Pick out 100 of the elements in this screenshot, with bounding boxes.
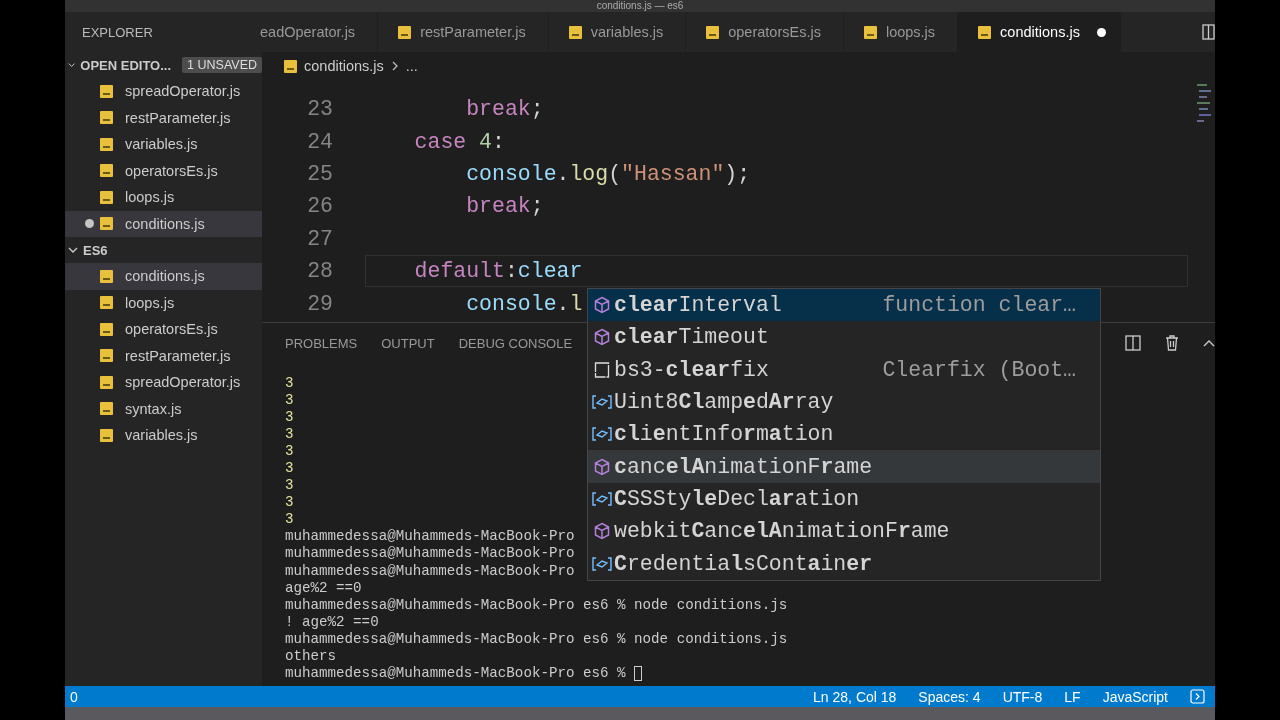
suggestion-label: clearInterval [614,293,782,318]
feedback-icon[interactable] [1190,689,1205,704]
sidebar-item[interactable]: spreadOperator.js [65,78,262,105]
sidebar-item[interactable]: loops.js [65,289,262,316]
suggestion-label: bs3-clearfix [614,357,769,382]
suggestion-item[interactable]: webkitCancelAnimationFrame [588,515,1100,548]
suggestion-label: CSSStyleDeclaration [614,486,860,511]
sidebar-item[interactable]: syntax.js [65,395,262,422]
suggestion-detail: Clearfix (Boot… [882,357,1076,382]
terminal-line: 3 [285,392,294,410]
sidebar-title: EXPLORER [82,24,153,40]
split-editor-icon[interactable] [1202,24,1215,40]
js-file-icon [978,25,992,39]
panel-tab[interactable]: OUTPUT [381,331,435,355]
js-file-icon [398,25,412,39]
sidebar-item[interactable]: operatorsEs.js [65,316,262,343]
terminal-line: age%2 ==0 [285,579,362,597]
cube-icon [592,457,612,476]
terminal-line: muhammedessa@Muhammeds-MacBook-Pro [285,528,575,546]
suggestion-item[interactable]: Uint8ClampedArray [588,385,1100,419]
terminal-line: muhammedessa@Muhammeds-MacBook-Pro es6 % node conditions.js [285,596,788,614]
js-file-icon [100,111,113,125]
variable-icon [592,491,612,506]
suggestion-label: Uint8ClampedArray [614,390,834,415]
code-line: case 4: [413,129,505,154]
chevron-icon[interactable] [68,60,76,70]
line-number: 26 [306,194,333,219]
folder-header[interactable]: ES6 [83,242,108,258]
editor-tab[interactable]: operatorsEs.js [686,12,844,52]
trash-icon[interactable] [1165,335,1179,351]
editor-tab[interactable]: restParameter.js [378,12,549,52]
terminal-line: 3 [285,477,294,495]
chevron-icon[interactable] [68,245,78,255]
suggestion-detail: function clear… [882,293,1076,318]
js-file-icon [100,164,113,178]
sidebar-item[interactable]: operatorsEs.js [65,157,262,184]
panel-tab[interactable]: PROBLEMS [285,331,358,355]
suggestion-label: cancelAnimationFrame [614,454,873,479]
suggestion-label: CredentialsContainer [614,551,873,576]
window-title: conditions.js — es6 [596,0,684,12]
code-line: break; [465,194,544,219]
status-item[interactable]: JavaScript [1102,688,1168,705]
suggestion-label: clientInformation [614,422,834,447]
js-file-icon [100,402,113,416]
unsaved-dot [1096,27,1106,37]
terminal-line: 3 [285,409,294,427]
suggestion-label: webkitCancelAnimationFrame [614,519,950,544]
breadcrumb-item[interactable]: conditions.js [304,58,384,74]
square-icon [592,360,612,379]
suggestion-item[interactable]: bs3-clearfix Clearfix (Boot… [588,353,1100,386]
js-file-icon [100,322,113,336]
status-item[interactable]: 0 [70,688,78,705]
code-line: default:clear [413,259,583,284]
js-file-icon [100,84,113,98]
js-file-icon [284,59,297,73]
js-file-icon [100,217,113,231]
js-file-icon [100,296,113,310]
suggestion-item[interactable]: CSSStyleDeclaration [588,482,1100,516]
suggestion-item[interactable]: cancelAnimationFrame [588,450,1100,483]
split-panel-icon[interactable] [1125,335,1141,351]
chevron-up-icon[interactable] [1203,339,1215,347]
section-header[interactable]: OPEN EDITO... [80,57,172,73]
suggestion-item[interactable]: clientInformation [588,418,1100,451]
line-number: 25 [306,161,333,186]
status-item[interactable]: LF [1064,688,1081,705]
editor-tab[interactable]: conditions.js [958,12,1121,52]
js-file-icon [100,190,113,204]
sidebar-item[interactable]: conditions.js [65,210,262,237]
status-item[interactable]: UTF-8 [1002,688,1043,705]
suggestion-item[interactable]: CredentialsContainer [588,547,1100,580]
editor-tab[interactable]: eadOperator.js [260,12,379,52]
js-file-icon [706,25,720,39]
unsaved-badge: 1 UNSAVED [182,57,262,73]
terminal-line: 3 [285,426,294,444]
js-file-icon [100,428,113,442]
sidebar-item[interactable]: restParameter.js [65,342,262,369]
variable-icon [592,395,612,410]
cube-icon [592,328,612,347]
terminal-line: muhammedessa@Muhammeds-MacBook-Pro es6 % node conditions.js [285,630,788,648]
sidebar-item[interactable]: restParameter.js [65,104,262,131]
terminal-line: 3 [285,375,294,393]
line-number: 24 [306,129,333,154]
sidebar-item[interactable]: variables.js [65,131,262,158]
suggestion-item[interactable]: clearInterval function clear… [588,289,1100,322]
sidebar-item[interactable]: loops.js [65,184,262,211]
status-item[interactable]: Spaces: 4 [918,688,981,705]
editor-tab[interactable]: variables.js [548,12,687,52]
cube-icon [592,296,612,315]
panel-tab[interactable]: DEBUG CONSOLE [458,331,573,355]
js-file-icon [100,137,113,151]
status-item[interactable]: Ln 28, Col 18 [813,688,897,705]
line-number: 23 [306,97,333,122]
line-number: 28 [306,259,333,284]
suggestion-item[interactable]: clearTimeout [588,321,1100,354]
sidebar-item[interactable]: spreadOperator.js [65,369,262,396]
sidebar-item[interactable]: conditions.js [65,263,262,290]
terminal-line: muhammedessa@Muhammeds-MacBook-Pro [285,545,575,563]
breadcrumb-item[interactable]: ... [405,58,418,74]
sidebar-item[interactable]: variables.js [65,422,262,449]
code-line: break; [465,97,544,122]
